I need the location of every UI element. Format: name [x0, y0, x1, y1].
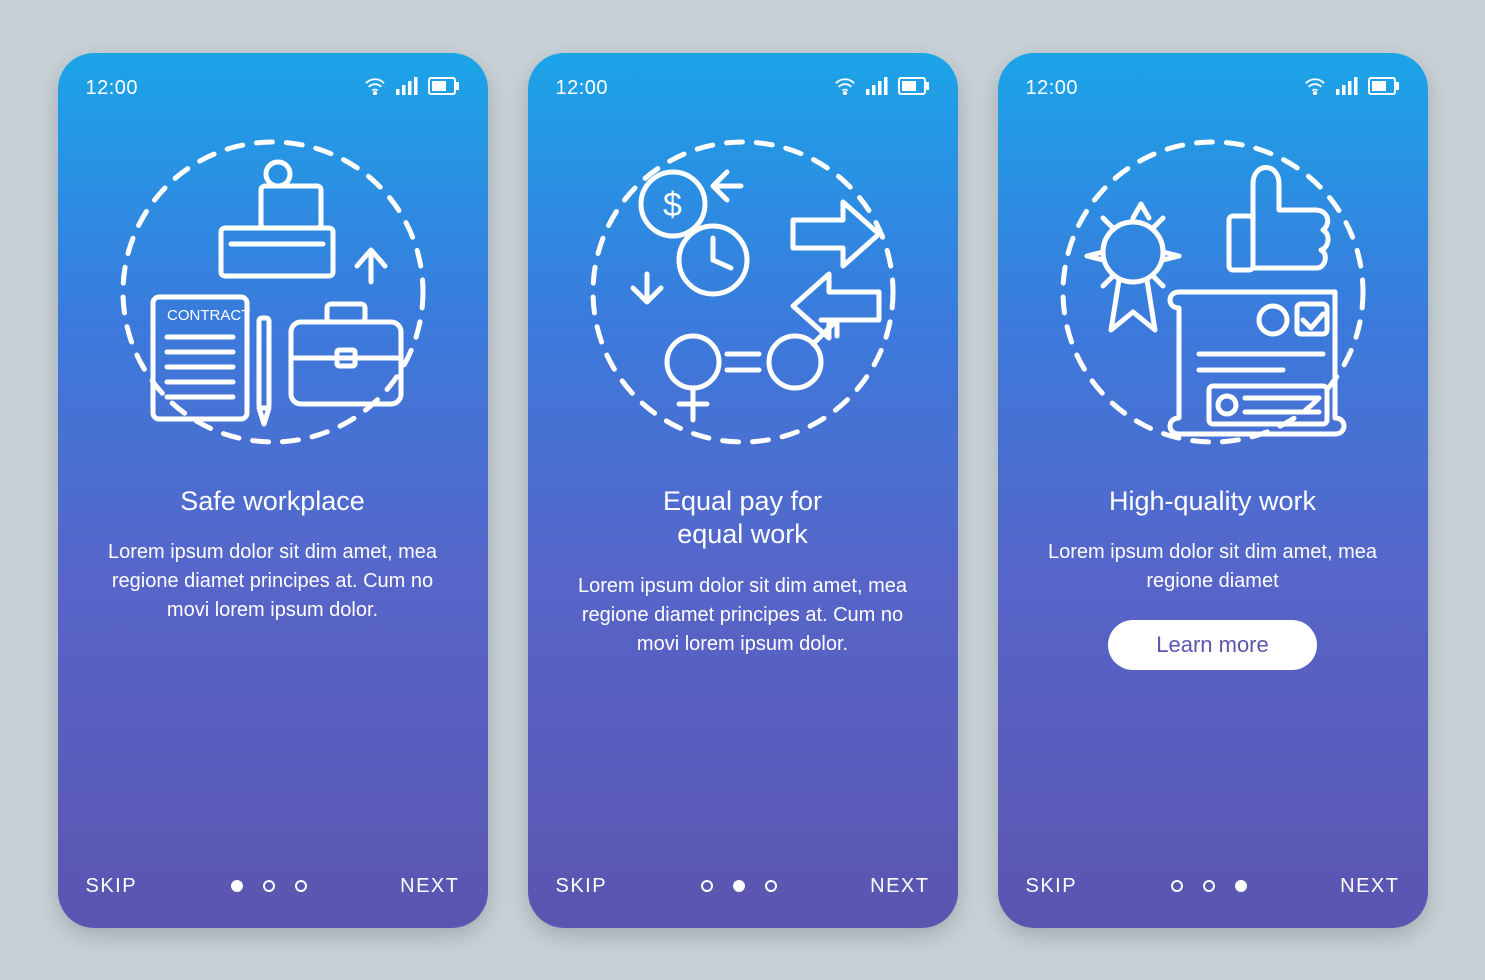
next-button[interactable]: NEXT — [1340, 875, 1399, 898]
page-dot-3[interactable] — [295, 880, 307, 892]
status-bar: 12:00 — [86, 77, 460, 101]
signal-icon — [1336, 77, 1358, 101]
page-dot-1[interactable] — [701, 880, 713, 892]
skip-button[interactable]: SKIP — [556, 875, 608, 898]
page-dot-3[interactable] — [765, 880, 777, 892]
page-dot-2[interactable] — [733, 880, 745, 892]
screen-title: Equal pay for equal work — [556, 485, 930, 553]
onboarding-screen-3: 12:00 High-quality work Lorem ipsum dol — [998, 53, 1428, 928]
status-time: 12:00 — [86, 77, 139, 100]
onboarding-screen-1: 12:00 CONTRACT — [58, 53, 488, 928]
page-dot-2[interactable] — [263, 880, 275, 892]
page-dot-1[interactable] — [1171, 880, 1183, 892]
skip-button[interactable]: SKIP — [86, 875, 138, 898]
screen-body: Lorem ipsum dolor sit dim amet, mea regi… — [556, 572, 930, 659]
learn-more-button[interactable]: Learn more — [1108, 620, 1317, 670]
wifi-icon — [364, 77, 386, 101]
page-dots — [1171, 880, 1247, 892]
battery-icon — [428, 77, 460, 101]
status-icons — [1304, 77, 1400, 101]
screen-title: Safe workplace — [86, 485, 460, 519]
page-dot-3[interactable] — [1235, 880, 1247, 892]
wifi-icon — [834, 77, 856, 101]
illustration-high-quality-icon — [1026, 127, 1400, 457]
footer-nav: SKIP NEXT — [1026, 875, 1400, 898]
next-button[interactable]: NEXT — [870, 875, 929, 898]
illustration-safe-workplace-icon: CONTRACT — [86, 127, 460, 457]
screen-body: Lorem ipsum dolor sit dim amet, mea regi… — [1026, 538, 1400, 596]
page-dot-1[interactable] — [231, 880, 243, 892]
svg-text:$: $ — [663, 186, 682, 224]
footer-nav: SKIP NEXT — [556, 875, 930, 898]
next-button[interactable]: NEXT — [400, 875, 459, 898]
page-dots — [701, 880, 777, 892]
screen-body: Lorem ipsum dolor sit dim amet, mea regi… — [86, 538, 460, 625]
wifi-icon — [1304, 77, 1326, 101]
signal-icon — [396, 77, 418, 101]
illustration-equal-pay-icon: $ — [556, 127, 930, 457]
contract-label: CONTRACT — [167, 307, 250, 324]
battery-icon — [1368, 77, 1400, 101]
page-dot-2[interactable] — [1203, 880, 1215, 892]
footer-nav: SKIP NEXT — [86, 875, 460, 898]
battery-icon — [898, 77, 930, 101]
skip-button[interactable]: SKIP — [1026, 875, 1078, 898]
status-bar: 12:00 — [556, 77, 930, 101]
onboarding-screen-2: 12:00 $ Equal pay for equal work — [528, 53, 958, 928]
screen-title: High-quality work — [1026, 485, 1400, 519]
page-dots — [231, 880, 307, 892]
signal-icon — [866, 77, 888, 101]
status-time: 12:00 — [556, 77, 609, 100]
status-bar: 12:00 — [1026, 77, 1400, 101]
status-icons — [364, 77, 460, 101]
status-time: 12:00 — [1026, 77, 1079, 100]
status-icons — [834, 77, 930, 101]
